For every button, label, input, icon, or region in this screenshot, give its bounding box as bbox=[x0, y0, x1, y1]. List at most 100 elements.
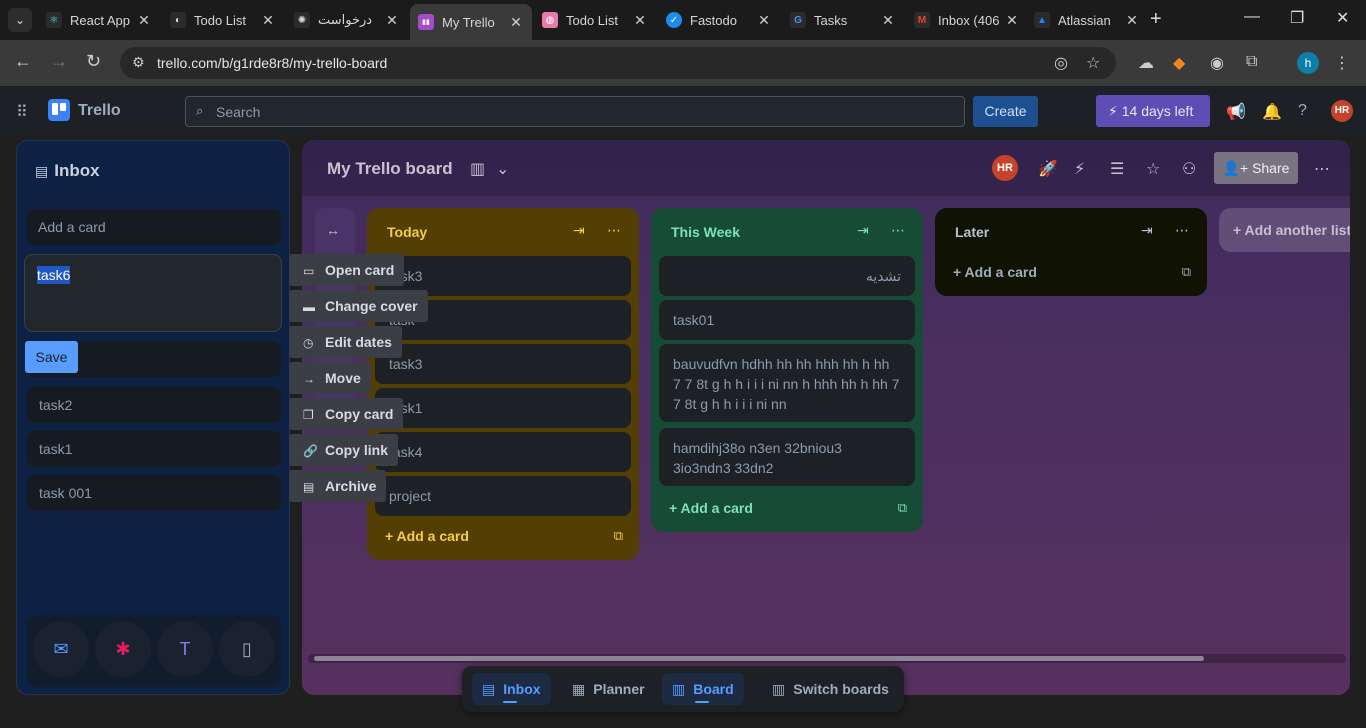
list-card[interactable]: bauvudfvn hdhh hh hh hhh hh h hh 7 7 8t … bbox=[659, 344, 915, 422]
save-button[interactable]: Save bbox=[25, 341, 78, 373]
add-another-list-button[interactable]: + Add another list bbox=[1219, 208, 1350, 252]
close-tab-icon[interactable]: ✕ bbox=[756, 12, 772, 29]
workspace-visibility-icon[interactable]: ⚇ bbox=[1182, 159, 1196, 179]
power-ups-icon[interactable]: 🚀 bbox=[1038, 159, 1058, 179]
list-card[interactable]: تشدیه bbox=[659, 256, 915, 296]
list-card[interactable]: hamdihj38o n3en 32bniou3 3io3ndn3 33dn2 bbox=[659, 428, 915, 486]
switcher-board[interactable]: ▥ Board bbox=[662, 673, 744, 705]
app-switcher-icon[interactable]: ⠿ bbox=[16, 102, 28, 122]
collapse-list-icon[interactable]: ⇥ bbox=[857, 222, 869, 239]
browser-tab[interactable]: ⚛ React App ✕ bbox=[38, 4, 160, 36]
close-tab-icon[interactable]: ✕ bbox=[1124, 12, 1140, 29]
close-tab-icon[interactable]: ✕ bbox=[384, 12, 400, 29]
chevron-down-icon[interactable]: ⌄ bbox=[496, 159, 509, 179]
help-icon[interactable]: ? bbox=[1298, 102, 1307, 120]
browser-tab[interactable]: ✺ درخواست ✕ bbox=[286, 4, 408, 36]
browser-tab[interactable]: ✓ Fastodo ✕ bbox=[658, 4, 780, 36]
trello-logo-icon[interactable] bbox=[48, 99, 70, 121]
eye-off-icon[interactable]: ◎ bbox=[1054, 53, 1068, 73]
url-omnibox[interactable]: ⚙ trello.com/b/g1rde8r8/my-trello-board … bbox=[120, 47, 1116, 79]
slack-icon[interactable]: ✱ bbox=[95, 621, 151, 677]
menu-copy-link[interactable]: 🔗 Copy link bbox=[289, 434, 399, 466]
site-info-icon[interactable]: ⚙ bbox=[132, 54, 145, 71]
mobile-icon[interactable]: ▯ bbox=[219, 621, 275, 677]
board-horizontal-scrollbar[interactable] bbox=[308, 654, 1346, 663]
list-title[interactable]: Today bbox=[387, 224, 427, 240]
megaphone-icon[interactable]: 📢 bbox=[1226, 102, 1246, 122]
extension-icon[interactable]: ☁ bbox=[1138, 53, 1154, 73]
close-tab-icon[interactable]: ✕ bbox=[136, 12, 152, 29]
reload-icon[interactable]: ↻ bbox=[86, 51, 101, 72]
back-icon[interactable]: ← bbox=[14, 51, 32, 72]
list-card[interactable]: project bbox=[375, 476, 631, 516]
add-card-button[interactable]: + Add a card bbox=[669, 500, 753, 516]
metamask-icon[interactable]: ◆ bbox=[1173, 53, 1185, 73]
browser-tab[interactable]: M Inbox (406 ✕ bbox=[906, 4, 1028, 36]
list-card[interactable]: task1 bbox=[375, 388, 631, 428]
add-card-button[interactable]: + Add a card bbox=[385, 528, 469, 544]
browser-tab-active[interactable]: ▮▮ My Trello ✕ bbox=[410, 4, 532, 40]
create-from-template-icon[interactable]: ⧉ bbox=[898, 500, 907, 516]
list-menu-icon[interactable]: ⋯ bbox=[607, 222, 621, 239]
list-card[interactable]: task01 bbox=[659, 300, 915, 340]
board-title[interactable]: My Trello board bbox=[327, 159, 453, 179]
switcher-planner[interactable]: ▦ Planner bbox=[562, 673, 655, 705]
browser-profile-avatar[interactable]: h bbox=[1297, 52, 1319, 74]
user-avatar[interactable]: HR bbox=[1331, 100, 1353, 122]
email-icon[interactable]: ✉ bbox=[33, 621, 89, 677]
list-card[interactable]: task4 bbox=[375, 432, 631, 472]
filter-icon[interactable]: ☰ bbox=[1110, 159, 1124, 179]
menu-copy-card[interactable]: ❐ Copy card bbox=[289, 398, 404, 430]
list-title[interactable]: This Week bbox=[671, 224, 740, 240]
collapse-list-icon[interactable]: ⇥ bbox=[1141, 222, 1153, 239]
menu-change-cover[interactable]: ▬ Change cover bbox=[289, 290, 428, 322]
browser-tab[interactable]: ◐ Todo List ✕ bbox=[162, 4, 284, 36]
trello-wordmark[interactable]: Trello bbox=[78, 102, 121, 120]
restore-icon[interactable]: ❐ bbox=[1290, 8, 1304, 28]
create-from-template-icon[interactable]: ⧉ bbox=[614, 528, 623, 544]
automation-icon[interactable]: ⚡ bbox=[1074, 159, 1085, 179]
list-title[interactable]: Later bbox=[955, 224, 989, 240]
search-box[interactable]: ⌕ bbox=[185, 96, 965, 127]
browser-menu-icon[interactable]: ⋮ bbox=[1334, 53, 1350, 73]
collapse-list-icon[interactable]: ⇥ bbox=[573, 222, 585, 239]
share-button[interactable]: 👤+ Share bbox=[1214, 152, 1298, 184]
new-tab-icon[interactable]: + bbox=[1150, 8, 1162, 31]
list-menu-icon[interactable]: ⋯ bbox=[1175, 222, 1189, 239]
menu-edit-dates[interactable]: ◷ Edit dates bbox=[289, 326, 402, 358]
close-tab-icon[interactable]: ✕ bbox=[260, 12, 276, 29]
create-from-template-icon[interactable]: ⧉ bbox=[1182, 264, 1191, 280]
list-menu-icon[interactable]: ⋯ bbox=[891, 222, 905, 239]
teams-icon[interactable]: T bbox=[157, 621, 213, 677]
bookmark-star-icon[interactable]: ☆ bbox=[1086, 53, 1100, 73]
extension-icon[interactable]: ◉ bbox=[1210, 53, 1224, 73]
create-button[interactable]: Create bbox=[973, 96, 1038, 127]
menu-open-card[interactable]: ▭ Open card bbox=[289, 254, 405, 286]
board-member-avatar[interactable]: HR bbox=[992, 155, 1018, 181]
close-tab-icon[interactable]: ✕ bbox=[880, 12, 896, 29]
inbox-card[interactable]: task1 bbox=[27, 431, 281, 467]
more-options-icon[interactable]: ⋯ bbox=[1314, 159, 1330, 179]
tab-search-button[interactable]: ⌄ bbox=[8, 8, 32, 32]
browser-tab[interactable]: G Tasks ✕ bbox=[782, 4, 904, 36]
notification-bell-icon[interactable]: 🔔 bbox=[1262, 102, 1282, 122]
browser-tab[interactable]: ◍ Todo List ✕ bbox=[534, 4, 656, 36]
switcher-switch-boards[interactable]: ▥ Switch boards bbox=[762, 673, 899, 705]
minimize-icon[interactable]: — bbox=[1244, 8, 1260, 26]
inbox-card[interactable]: task 001 bbox=[27, 475, 281, 511]
menu-archive[interactable]: ▤ Archive bbox=[289, 470, 387, 502]
close-tab-icon[interactable]: ✕ bbox=[1004, 12, 1020, 29]
close-window-icon[interactable]: ✕ bbox=[1336, 8, 1349, 28]
inbox-card[interactable]: task2 bbox=[27, 387, 281, 423]
inbox-add-card-input[interactable]: Add a card bbox=[27, 209, 281, 245]
puzzle-icon[interactable]: ⧉ bbox=[1246, 53, 1257, 71]
forward-icon[interactable]: → bbox=[50, 51, 68, 72]
scrollbar-thumb[interactable] bbox=[314, 656, 1204, 661]
star-icon[interactable]: ☆ bbox=[1146, 159, 1160, 179]
trial-badge-button[interactable]: ⚡ 14 days left bbox=[1096, 95, 1210, 127]
browser-tab[interactable]: ▲ Atlassian ✕ bbox=[1026, 4, 1148, 36]
switcher-inbox[interactable]: ▤ Inbox bbox=[472, 673, 551, 705]
selected-card-text[interactable]: task6 bbox=[37, 266, 71, 284]
list-card[interactable]: task3 bbox=[375, 344, 631, 384]
board-view-icon[interactable]: ▥ bbox=[470, 159, 485, 179]
